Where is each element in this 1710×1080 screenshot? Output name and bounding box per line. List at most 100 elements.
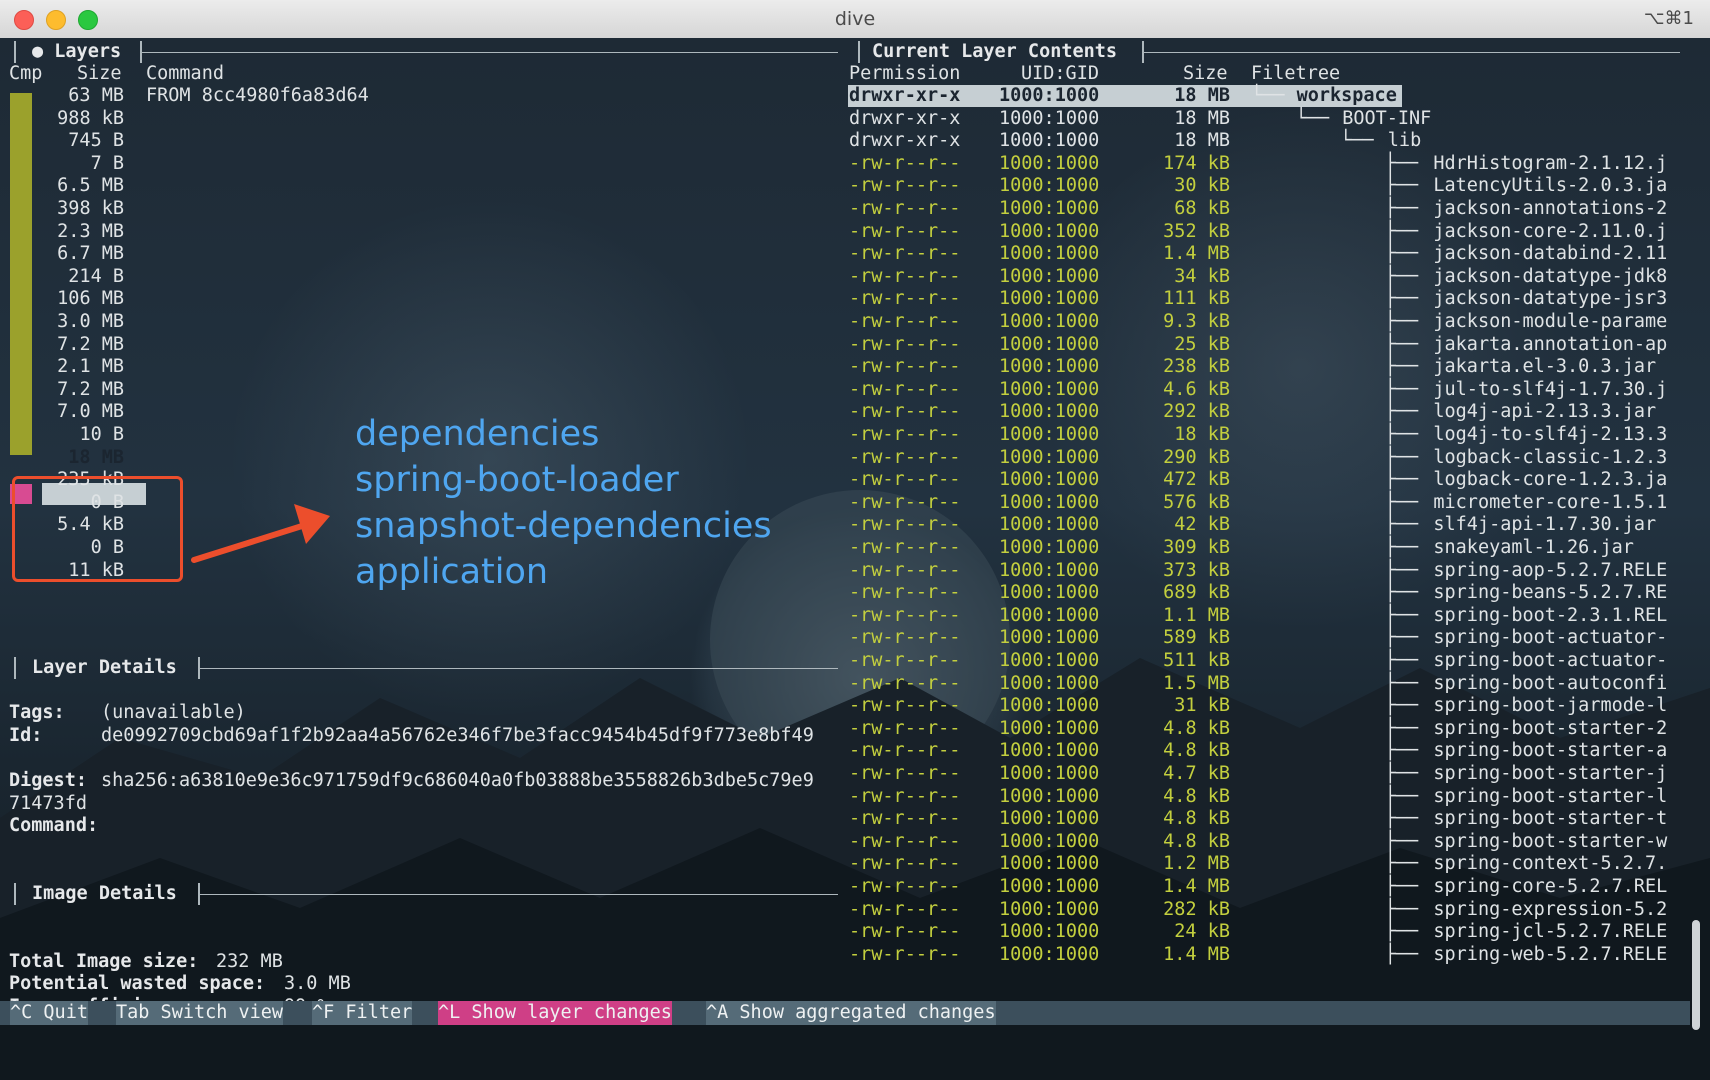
file-uidgid: 1000:1000 <box>999 717 1100 739</box>
file-permission: -rw-r--r-- <box>849 672 961 694</box>
image-details-border <box>14 883 16 905</box>
file-size: 4.8 kB <box>1163 785 1230 807</box>
layer-size: 7.2 MB <box>57 333 124 355</box>
file-uidgid: 1000:1000 <box>999 446 1100 468</box>
file-uidgid: 1000:1000 <box>999 604 1100 626</box>
layer-size: 63 MB <box>68 85 124 106</box>
file-uidgid: 1000:1000 <box>999 830 1100 852</box>
total-size-label: Total Image size: <box>9 951 199 972</box>
contents-header-permission: Permission <box>849 63 961 84</box>
window-shortcut: ⌥⌘1 <box>1643 8 1694 29</box>
file-permission: -rw-r--r-- <box>849 830 961 852</box>
switch-view-key-button[interactable]: Tab Switch view <box>116 1001 284 1025</box>
file-tree-branch: ├── <box>1251 582 1430 604</box>
file-uidgid: 1000:1000 <box>999 921 1100 943</box>
file-tree-branch: └── <box>1251 107 1341 129</box>
file-tree-branch: ├── <box>1251 537 1430 558</box>
file-permission: -rw-r--r-- <box>849 898 961 920</box>
layer-details-border <box>14 657 16 679</box>
file-uidgid: 1000:1000 <box>999 152 1100 174</box>
quit-key-button[interactable]: ^C Quit <box>10 1001 88 1025</box>
file-permission: drwxr-xr-x <box>849 107 961 129</box>
layer-command-first: FROM 8cc4980f6a83d64 <box>146 85 369 106</box>
filter-key-button[interactable]: ^F Filter <box>312 1001 413 1025</box>
file-uidgid: 1000:1000 <box>999 740 1100 762</box>
file-size: 34 kB <box>1174 265 1230 287</box>
file-size: 373 kB <box>1163 559 1230 581</box>
file-size: 4.8 kB <box>1163 808 1230 830</box>
file-name: spring-jcl-5.2.7.RELE <box>1433 921 1668 943</box>
file-permission: drwxr-xr-x <box>849 130 961 152</box>
file-tree-branch: ├── <box>1251 265 1430 287</box>
file-tree-branch: ├── <box>1251 740 1430 762</box>
file-tree-branch: ├── <box>1251 446 1430 468</box>
layer-size: 745 B <box>68 130 124 152</box>
file-tree-branch: └── <box>1251 85 1296 106</box>
file-size: 576 kB <box>1163 491 1230 513</box>
file-tree-branch: ├── <box>1251 469 1430 491</box>
file-name: spring-boot-starter-2 <box>1433 717 1668 739</box>
file-name: slf4j-api-1.7.30.jar <box>1433 514 1657 536</box>
file-tree-branch: ├── <box>1251 604 1430 626</box>
file-name: spring-boot-starter-j <box>1433 763 1668 784</box>
title-bar: dive ⌥⌘1 <box>0 0 1710 39</box>
file-size: 1.2 MB <box>1163 853 1230 875</box>
layer-size: 214 B <box>68 265 124 287</box>
file-uidgid: 1000:1000 <box>999 243 1100 265</box>
layer-size: 2.1 MB <box>57 356 124 378</box>
file-name: spring-boot-autoconfi <box>1433 672 1668 694</box>
file-tree-branch: ├── <box>1251 378 1430 400</box>
file-permission: -rw-r--r-- <box>849 604 961 626</box>
file-size: 1.4 MB <box>1163 943 1230 965</box>
layers-header-cmp: Cmp <box>9 63 43 84</box>
show-aggregated-changes-key-button[interactable]: ^A Show aggregated changes <box>706 1001 996 1025</box>
file-permission: -rw-r--r-- <box>849 333 961 355</box>
file-tree-branch: ├── <box>1251 876 1430 897</box>
layer-size: 3.0 MB <box>57 311 124 332</box>
layer-size: 10 B <box>79 424 124 445</box>
file-uidgid: 1000:1000 <box>999 514 1100 536</box>
file-permission: -rw-r--r-- <box>849 853 961 875</box>
file-size: 68 kB <box>1174 198 1230 219</box>
file-permission: -rw-r--r-- <box>849 265 961 287</box>
file-permission: -rw-r--r-- <box>849 424 961 445</box>
annotation-arrow-icon <box>191 504 330 563</box>
file-name: workspace <box>1296 85 1397 107</box>
file-tree-branch: ├── <box>1251 627 1430 649</box>
file-name: BOOT-INF <box>1342 107 1432 129</box>
file-name: spring-boot-actuator- <box>1433 627 1668 649</box>
file-size: 511 kB <box>1163 650 1230 671</box>
file-name: spring-web-5.2.7.RELE <box>1433 943 1668 965</box>
annotation-line-dependencies: dependencies <box>355 414 600 454</box>
file-size: 282 kB <box>1163 898 1230 920</box>
contents-header-size: Size <box>1183 63 1228 84</box>
file-permission: -rw-r--r-- <box>849 401 961 423</box>
file-size: 1.1 MB <box>1163 604 1230 626</box>
file-name: log4j-api-2.13.3.jar <box>1433 401 1657 423</box>
command-label: Command: <box>9 815 99 836</box>
file-permission: -rw-r--r-- <box>849 559 961 581</box>
layer-details-title: Layer Details <box>32 657 177 678</box>
file-name: logback-core-1.2.3.ja <box>1433 469 1668 491</box>
file-size: 42 kB <box>1174 514 1230 536</box>
file-name: logback-classic-1.2.3 <box>1433 446 1668 468</box>
file-tree-branch: ├── <box>1251 650 1430 671</box>
file-size: 689 kB <box>1163 582 1230 604</box>
scrollbar-thumb[interactable] <box>1692 920 1700 1030</box>
layer-details-rule <box>200 668 838 669</box>
file-size: 292 kB <box>1163 401 1230 423</box>
file-tree-branch: ├── <box>1251 853 1430 875</box>
file-size: 18 MB <box>1174 85 1230 107</box>
image-details-title: Image Details <box>32 883 177 904</box>
file-uidgid: 1000:1000 <box>999 288 1100 310</box>
file-permission: -rw-r--r-- <box>849 243 961 265</box>
file-size: 238 kB <box>1163 356 1230 378</box>
file-size: 4.7 kB <box>1163 763 1230 784</box>
file-tree-branch: ├── <box>1251 717 1430 739</box>
file-name: spring-boot-starter-w <box>1433 830 1668 852</box>
window-title: dive <box>834 8 876 30</box>
show-layer-changes-key-button[interactable]: ^L Show layer changes <box>438 1001 672 1025</box>
file-permission: -rw-r--r-- <box>849 763 961 784</box>
file-tree-branch: ├── <box>1251 830 1430 852</box>
file-tree-branch: ├── <box>1251 288 1430 310</box>
